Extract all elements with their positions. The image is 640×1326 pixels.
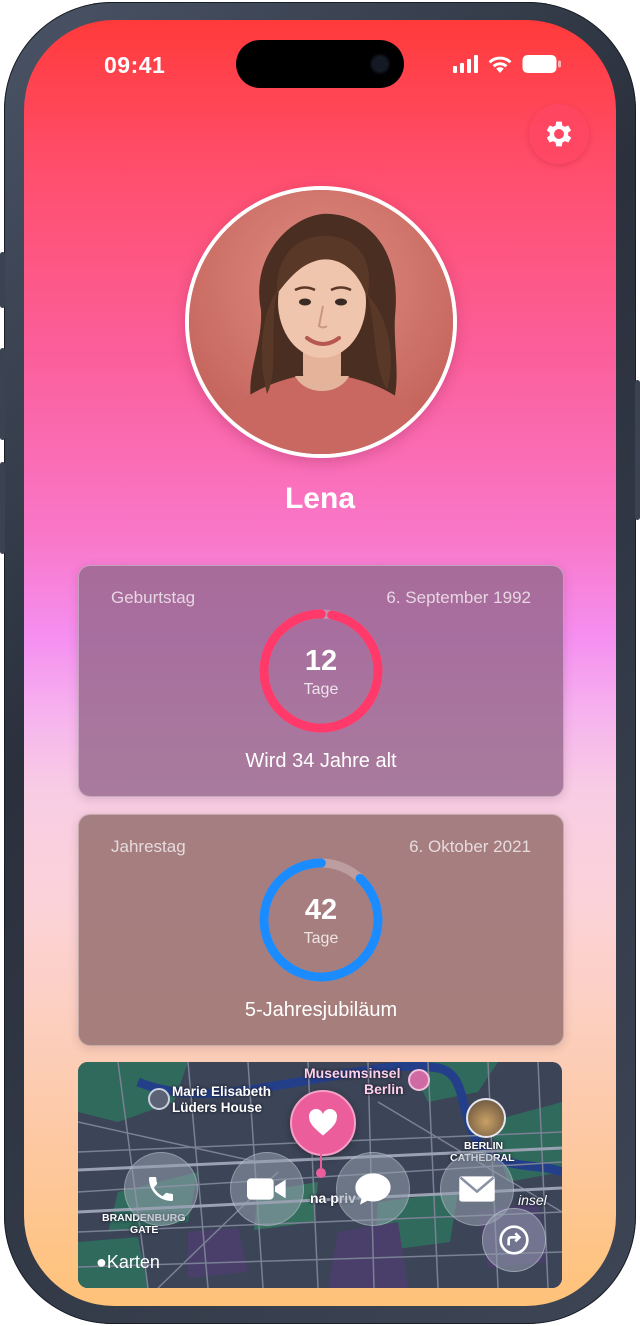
- wifi-icon: [488, 56, 512, 73]
- video-call-button[interactable]: [230, 1152, 304, 1226]
- birthday-card[interactable]: Geburtstag 6. September 1992 12 Tage Wir…: [78, 565, 564, 797]
- volume-down-button: [0, 462, 5, 554]
- birthday-date: 6. September 1992: [386, 588, 531, 607]
- map-label-house-line2: Lüders House: [172, 1100, 263, 1115]
- location-pin[interactable]: [290, 1090, 356, 1156]
- anniversary-subtitle: 5-Jahresjubiläum: [244, 999, 398, 1021]
- birthday-days-unit: Tage: [303, 681, 339, 698]
- phone-icon: [149, 1177, 173, 1201]
- house-marker-icon: [148, 1088, 170, 1110]
- profile-photo: [189, 190, 453, 454]
- battery-icon: [522, 55, 561, 73]
- map-label-house-line1: Marie Elisabeth: [172, 1084, 272, 1099]
- status-icons: [453, 54, 562, 74]
- cellular-signal-icon: [453, 55, 478, 73]
- front-camera-icon: [372, 56, 388, 72]
- cathedral-thumbnail-icon: [466, 1098, 506, 1138]
- pin-dot: [316, 1168, 326, 1178]
- pin-stem: [320, 1154, 322, 1168]
- map-attribution: ●Karten: [96, 1252, 160, 1273]
- dynamic-island: [236, 40, 404, 88]
- avatar[interactable]: [185, 186, 457, 458]
- video-camera-icon: [247, 1178, 286, 1200]
- anniversary-days-unit: Tage: [303, 930, 339, 947]
- envelope-icon: [459, 1176, 495, 1202]
- settings-button[interactable]: [529, 104, 589, 164]
- profile-name: Lena: [284, 482, 356, 515]
- map-label-gate-line2: GATE: [130, 1224, 159, 1236]
- gear-icon: [546, 121, 572, 147]
- map-label-museum-city: Berlin: [364, 1081, 404, 1097]
- heart-icon: [309, 1109, 337, 1136]
- birthday-label: Geburtstag: [111, 588, 196, 607]
- share-arrow-icon: [499, 1225, 529, 1255]
- apple-logo-icon: ●: [96, 1252, 107, 1272]
- message-button[interactable]: [336, 1152, 410, 1226]
- directions-button[interactable]: [482, 1208, 546, 1272]
- call-button[interactable]: [124, 1152, 198, 1226]
- action-button: [0, 252, 5, 308]
- birthday-days-count: 12: [304, 645, 338, 677]
- anniversary-card[interactable]: Jahrestag 6. Oktober 2021 42 Tage 5-Jahr…: [78, 814, 564, 1046]
- status-bar: 09:41: [24, 20, 616, 110]
- map-attribution-label: Karten: [106, 1252, 160, 1272]
- location-map[interactable]: Museumsinsel Berlin Marie Elisabeth Lüde…: [78, 1062, 562, 1288]
- status-time: 09:41: [104, 52, 166, 78]
- birthday-subtitle: Wird 34 Jahre alt: [245, 750, 397, 772]
- power-button: [635, 380, 640, 520]
- anniversary-label: Jahrestag: [111, 837, 186, 856]
- map-label-cathedral-line1: BERLIN: [464, 1140, 504, 1152]
- screen: 09:41 Lena Geburtstag 6. September 1992 …: [24, 20, 616, 1306]
- map-label-museum: Museumsinsel: [304, 1065, 401, 1081]
- chat-bubble-icon: [355, 1173, 391, 1205]
- museum-marker-icon: [408, 1069, 430, 1091]
- anniversary-date: 6. Oktober 2021: [409, 837, 531, 856]
- map-label-insel: insel: [518, 1192, 547, 1208]
- volume-up-button: [0, 348, 5, 440]
- anniversary-days-count: 42: [304, 894, 338, 926]
